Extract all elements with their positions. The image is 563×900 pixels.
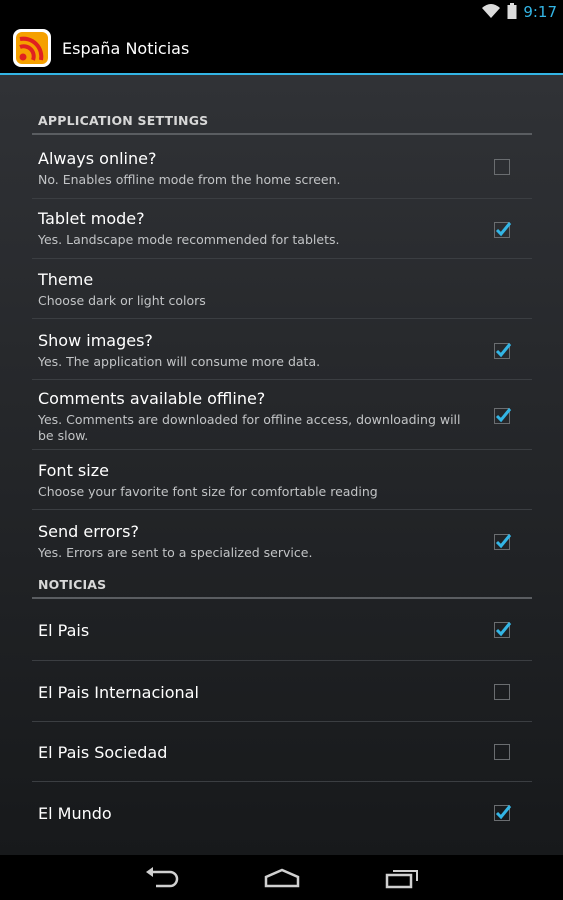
pref-title: Comments available offline?: [38, 389, 266, 408]
pref-el-pais-sociedad[interactable]: El Pais Sociedad: [32, 722, 532, 782]
pref-tablet-mode[interactable]: Tablet mode? Yes. Landscape mode recomme…: [32, 199, 532, 259]
back-icon[interactable]: [138, 861, 186, 895]
checkbox-el-pais-internacional[interactable]: [494, 684, 510, 700]
pref-title: Font size: [38, 461, 109, 480]
checkbox-el-mundo[interactable]: [494, 803, 512, 821]
app-title: España Noticias: [62, 39, 190, 58]
pref-summary: No. Enables offline mode from the home s…: [38, 172, 341, 187]
status-bar: 9:17: [0, 0, 563, 25]
pref-title: El Pais: [38, 621, 90, 640]
checkbox-send-errors[interactable]: [494, 532, 512, 550]
settings-list: APPLICATION SETTINGS Always online? No. …: [0, 75, 563, 855]
checkbox-el-pais-sociedad[interactable]: [494, 744, 510, 760]
pref-el-mundo[interactable]: El Mundo: [32, 782, 532, 842]
checkbox-el-pais[interactable]: [494, 620, 512, 638]
checkbox-always-online[interactable]: [494, 159, 510, 175]
battery-icon: [507, 2, 517, 23]
pref-summary: Yes. Errors are sent to a specialized se…: [38, 545, 313, 560]
section-header-noticias: NOTICIAS: [32, 577, 532, 599]
checkbox-comments-offline[interactable]: [494, 406, 512, 424]
pref-comments-offline[interactable]: Comments available offline? Yes. Comment…: [32, 380, 532, 450]
checkbox-show-images[interactable]: [494, 341, 512, 359]
pref-summary: Choose dark or light colors: [38, 293, 206, 308]
pref-title: El Mundo: [38, 804, 112, 823]
pref-title: Always online?: [38, 149, 157, 168]
section-header-application-settings: APPLICATION SETTINGS: [32, 113, 532, 135]
rss-icon[interactable]: [12, 28, 56, 70]
action-bar: España Noticias: [0, 25, 563, 73]
pref-title: Theme: [38, 270, 94, 289]
pref-el-pais-internacional[interactable]: El Pais Internacional: [32, 661, 532, 722]
pref-title: El Pais Internacional: [38, 683, 199, 702]
pref-title: El Pais Sociedad: [38, 743, 168, 762]
pref-show-images[interactable]: Show images? Yes. The application will c…: [32, 319, 532, 380]
recent-apps-icon[interactable]: [378, 861, 426, 895]
pref-font-size[interactable]: Font size Choose your favorite font size…: [32, 450, 532, 510]
pref-el-pais[interactable]: El Pais: [32, 600, 532, 661]
wifi-icon: [481, 3, 501, 23]
pref-theme[interactable]: Theme Choose dark or light colors: [32, 259, 532, 319]
pref-summary: Choose your favorite font size for comfo…: [38, 484, 378, 499]
status-clock: 9:17: [523, 3, 557, 21]
checkbox-tablet-mode[interactable]: [494, 220, 512, 238]
pref-summary: Yes. The application will consume more d…: [38, 354, 321, 369]
pref-title: Tablet mode?: [38, 209, 145, 228]
pref-send-errors[interactable]: Send errors? Yes. Errors are sent to a s…: [32, 510, 532, 567]
navigation-bar: [0, 855, 563, 900]
pref-summary: Yes. Landscape mode recommended for tabl…: [38, 232, 340, 247]
pref-summary: Yes. Comments are downloaded for offline…: [38, 412, 461, 443]
home-icon[interactable]: [258, 861, 306, 895]
pref-always-online[interactable]: Always online? No. Enables offline mode …: [32, 138, 532, 199]
pref-title: Send errors?: [38, 522, 139, 541]
pref-title: Show images?: [38, 331, 153, 350]
